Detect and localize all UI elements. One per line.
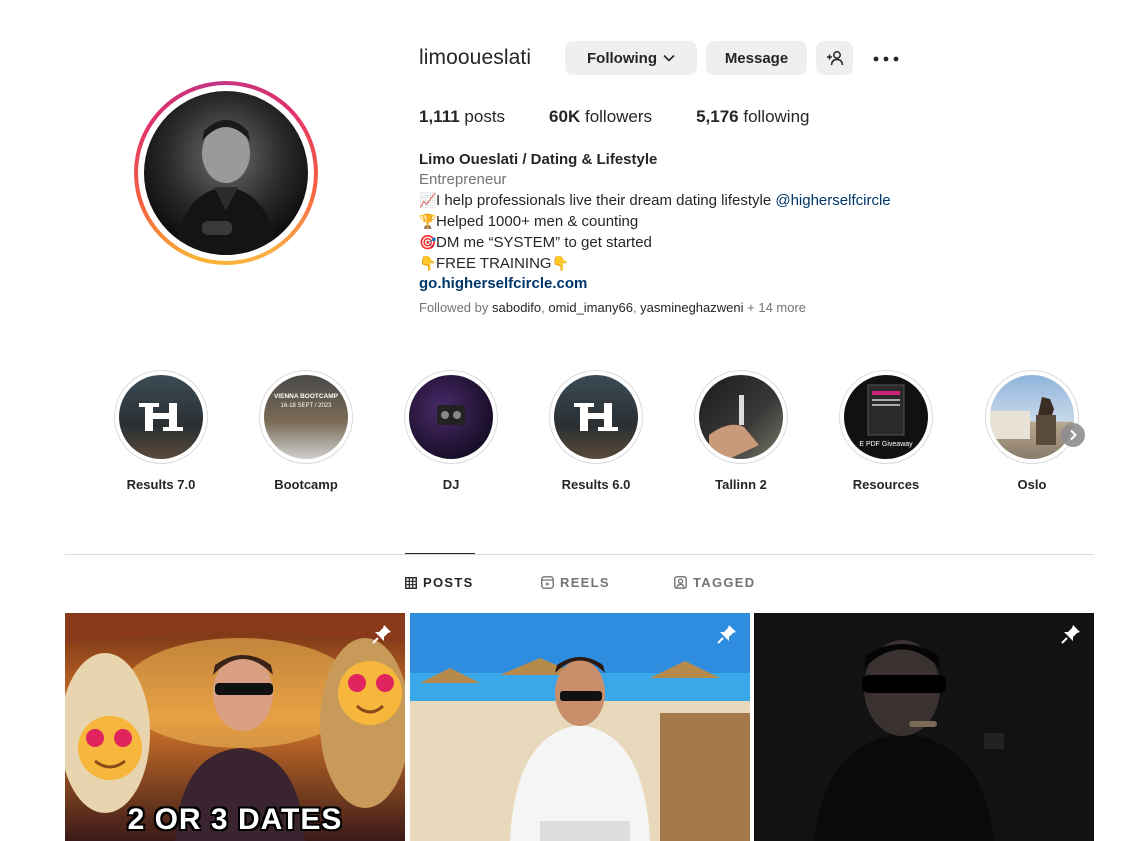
reels-icon	[541, 576, 554, 589]
h-logo-icon	[574, 403, 618, 431]
highlight-results-7[interactable]: Results 7.0	[111, 370, 211, 492]
followed-by[interactable]: Followed by sabodifo, omid_imany66, yasm…	[419, 300, 806, 315]
pointing-down-icon: 👇	[551, 255, 570, 271]
chevron-down-icon	[663, 54, 675, 62]
highlight-label: Resources	[852, 477, 920, 492]
tab-label: POSTS	[423, 575, 474, 590]
highlight-resources[interactable]: E PDF Giveaway Resources	[836, 370, 936, 492]
tab-reels[interactable]: REELS	[541, 575, 610, 590]
follower-name[interactable]: sabodifo	[492, 300, 541, 315]
following-button[interactable]: Following	[565, 41, 697, 75]
bio-line-2: 🏆Helped 1000+ men & counting	[419, 213, 639, 230]
external-link[interactable]: go.higherselfcircle.com	[419, 274, 979, 294]
highlights-next-button[interactable]	[1061, 423, 1085, 447]
highlight-label: Results 6.0	[561, 477, 631, 492]
tab-tagged[interactable]: TAGGED	[674, 575, 755, 590]
grid-icon	[405, 576, 417, 589]
pinned-icon	[717, 625, 736, 644]
highlight-label: DJ	[442, 477, 460, 492]
tagged-icon	[674, 576, 687, 589]
highlight-label: Bootcamp	[274, 477, 338, 492]
profile-stats: 1,111 posts 60K followers 5,176 followin…	[419, 107, 810, 127]
highlight-overlay-date: 16-18 SEPT / 2023	[280, 403, 332, 409]
highlight-bootcamp[interactable]: VIENNA BOOTCAMP 16-18 SEPT / 2023 Bootca…	[256, 370, 356, 492]
bio-line-1: 📈I help professionals live their dream d…	[419, 192, 891, 209]
posts-stat: 1,111 posts	[419, 107, 506, 126]
pinned-icon	[1061, 625, 1080, 644]
post-caption: 2 OR 3 DATES	[127, 803, 343, 836]
highlight-tallinn-2[interactable]: Tallinn 2	[691, 370, 791, 492]
trophy-icon: 🏆	[419, 213, 437, 229]
highlight-label: Results 7.0	[126, 477, 196, 492]
add-user-icon	[826, 51, 843, 66]
tabs-divider	[65, 554, 1094, 555]
category-label: Entrepreneur	[419, 171, 507, 188]
active-tab-indicator	[405, 553, 475, 554]
following-button-label: Following	[587, 49, 657, 67]
pointing-down-icon: 👇	[419, 255, 437, 271]
full-name: Limo Oueslati / Dating & Lifestyle	[419, 151, 658, 168]
pinned-icon	[372, 625, 391, 644]
post-thumbnail[interactable]	[754, 613, 1094, 841]
follower-name[interactable]: omid_imany66	[548, 300, 633, 315]
highlight-results-6[interactable]: Results 6.0	[546, 370, 646, 492]
post-thumbnail[interactable]	[410, 613, 750, 841]
post-thumbnail[interactable]: 2 OR 3 DATES	[65, 613, 405, 841]
tab-posts[interactable]: POSTS	[405, 575, 474, 590]
target-icon: 🎯	[419, 234, 437, 250]
tab-label: TAGGED	[693, 575, 756, 590]
follower-name[interactable]: yasmineghazweni	[640, 300, 743, 315]
h-logo-icon	[139, 403, 183, 431]
following-stat[interactable]: 5,176 following	[696, 107, 809, 127]
highlight-label: Tallinn 2	[715, 477, 767, 492]
more-options-icon	[873, 56, 899, 62]
highlight-overlay-title: VIENNA BOOTCAMP	[273, 393, 339, 400]
chevron-right-icon	[1070, 429, 1077, 441]
suggest-users-button[interactable]	[816, 41, 853, 75]
tab-label: REELS	[560, 575, 610, 590]
username: limooueslati	[419, 46, 532, 69]
profile-avatar-ring[interactable]	[134, 81, 318, 265]
highlight-dj[interactable]: DJ	[401, 370, 501, 492]
options-button[interactable]	[872, 46, 900, 72]
chart-increasing-icon: 📈	[419, 192, 437, 208]
profile-bio: Limo Oueslati / Dating & Lifestyle Entre…	[419, 150, 979, 294]
message-button[interactable]: Message	[706, 41, 807, 75]
bio-line-3: 🎯DM me “SYSTEM” to get started	[419, 234, 652, 251]
highlight-overlay-caption: E PDF Giveaway	[859, 441, 913, 448]
avatar[interactable]	[144, 91, 308, 255]
mention-link[interactable]: @higherselfcircle	[775, 192, 890, 209]
heart-eyes-emoji-icon	[338, 661, 402, 725]
message-button-label: Message	[724, 49, 789, 67]
heart-eyes-emoji-icon	[78, 716, 142, 780]
followers-stat[interactable]: 60K followers	[549, 107, 652, 127]
bio-line-4: 👇FREE TRAINING👇	[419, 255, 570, 272]
highlight-label: Oslo	[1017, 477, 1047, 492]
